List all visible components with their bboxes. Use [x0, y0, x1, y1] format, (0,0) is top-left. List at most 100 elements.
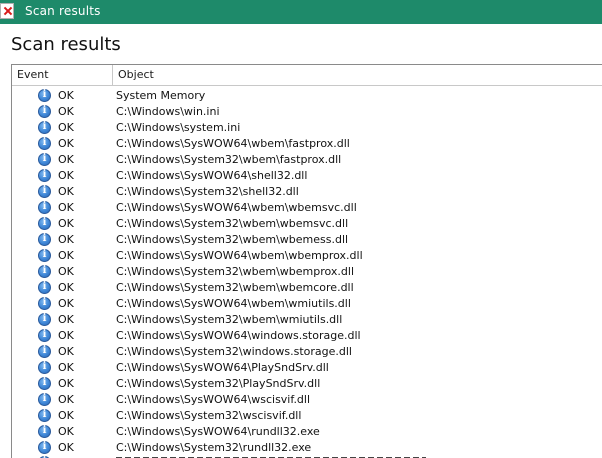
event-cell: OK — [58, 265, 74, 278]
table-row[interactable]: OK C:\Windows\System32\wscisvif.dll — [12, 408, 602, 424]
object-cell: C:\Windows\System32\PlaySndSrv.dll — [116, 377, 321, 390]
object-cell: C:\Windows\System32\wbem\wmiutils.dll — [116, 313, 343, 326]
table-row[interactable]: OK C:\Windows\SysWOW64\rundll32.exe — [12, 424, 602, 440]
event-cell: OK — [58, 185, 74, 198]
info-icon — [38, 345, 51, 358]
event-cell: OK — [58, 425, 74, 438]
info-icon — [38, 249, 51, 262]
table-row[interactable]: OK C:\Windows\SysWOW64\PlaySndSrv.dll — [12, 360, 602, 376]
event-cell: OK — [58, 169, 74, 182]
info-icon — [38, 153, 51, 166]
column-header-object[interactable]: Object — [113, 65, 602, 85]
table-row[interactable]: OK C:\Windows\SysWOW64\wbem\fastprox.dll — [12, 136, 602, 152]
event-cell: OK — [58, 441, 74, 454]
info-icon — [38, 89, 51, 102]
event-cell: OK — [58, 233, 74, 246]
table-row[interactable]: OK C:\Windows\SysWOW64\shell32.dll — [12, 168, 602, 184]
event-cell: OK — [58, 329, 74, 342]
object-cell: C:\Windows\SysWOW64\rundll32.exe — [116, 425, 320, 438]
event-cell: OK — [58, 201, 74, 214]
object-cell: C:\Windows\system.ini — [116, 121, 241, 134]
info-icon — [38, 137, 51, 150]
table-row[interactable]: OK C:\Windows\System32\PlaySndSrv.dll — [12, 376, 602, 392]
column-header-event[interactable]: Event — [12, 65, 113, 85]
object-cell: C:\Windows\SysWOW64\PlaySndSrv.dll — [116, 361, 329, 374]
info-icon — [38, 297, 51, 310]
event-cell: OK — [58, 377, 74, 390]
table-row[interactable]: OK C:\Windows\System32\windows.storage.dl… — [12, 344, 602, 360]
table-row[interactable]: OK C:\Windows\System32\wbem\wbemprox.dll — [12, 264, 602, 280]
table-row[interactable]: OK C:\Windows\System32\wbem\wbemess.dll — [12, 232, 602, 248]
info-icon — [38, 185, 51, 198]
event-cell: OK — [58, 409, 74, 422]
info-icon — [38, 313, 51, 326]
info-icon — [38, 361, 51, 374]
table-row[interactable]: OK C:\Windows\SysWOW64\windows.storage.dl… — [12, 328, 602, 344]
info-icon — [38, 265, 51, 278]
object-cell: C:\Windows\System32\wbem\wbemcore.dll — [116, 281, 354, 294]
page-title: Scan results — [11, 34, 121, 55]
event-cell: OK — [58, 137, 74, 150]
app-x-icon[interactable] — [0, 3, 14, 19]
event-cell: OK — [58, 153, 74, 166]
object-cell: C:\Windows\SysWOW64\wbem\wbemsvc.dll — [116, 201, 357, 214]
event-cell: OK — [58, 393, 74, 406]
info-icon — [38, 441, 51, 454]
info-icon — [38, 409, 51, 422]
table-row[interactable]: OK C:\Windows\System32\wbem\wbemcore.dll — [12, 280, 602, 296]
object-cell: C:\Windows\SysWOW64\windows.storage.dll — [116, 329, 361, 342]
object-cell: C:\Windows\System32\wbem\wbemprox.dll — [116, 265, 355, 278]
table-row[interactable]: OK C:\Windows\win.ini — [12, 104, 602, 120]
object-cell: C:\Windows\System32\windows.storage.dll — [116, 345, 352, 358]
info-icon — [38, 233, 51, 246]
object-cell: C:\Windows\System32\wbem\wbemess.dll — [116, 233, 349, 246]
info-icon — [38, 329, 51, 342]
object-cell: C:\Windows\System32\wbem\wbemsvc.dll — [116, 217, 349, 230]
object-cell: C:\Windows\win.ini — [116, 105, 220, 118]
object-cell: System Memory — [116, 89, 206, 102]
info-icon — [38, 281, 51, 294]
window-title: Scan results — [25, 4, 101, 18]
info-icon — [38, 121, 51, 134]
scan-results-table: Event Object OK System Memory OK C:\Windows… — [11, 64, 602, 458]
table-header: Event Object — [12, 65, 602, 86]
info-icon — [38, 169, 51, 182]
table-row[interactable]: OK C:\Windows\System32\shell32.dll — [12, 184, 602, 200]
info-icon — [38, 217, 51, 230]
object-cell: C:\Windows\SysWOW64\shell32.dll — [116, 169, 308, 182]
object-cell: C:\Windows\SysWOW64\wbem\fastprox.dll — [116, 137, 350, 150]
event-cell: OK — [58, 105, 74, 118]
event-cell: OK — [58, 361, 74, 374]
table-row[interactable]: OK C:\Windows\System32\wbem\wbemsvc.dll — [12, 216, 602, 232]
event-cell: OK — [58, 345, 74, 358]
table-row[interactable]: OK C:\Windows\System32\wbem\fastprox.dll — [12, 152, 602, 168]
info-icon — [38, 393, 51, 406]
object-cell: C:\Windows\SysWOW64\wscisvif.dll — [116, 393, 311, 406]
info-icon — [38, 425, 51, 438]
table-row[interactable]: OK C:\Windows\SysWOW64\wbem\wbemsvc.dll — [12, 200, 602, 216]
object-cell: C:\Windows\SysWOW64\wbem\wbemprox.dll — [116, 249, 363, 262]
info-icon — [38, 201, 51, 214]
event-cell: OK — [58, 217, 74, 230]
object-cell: C:\Windows\System32\rundll32.exe — [116, 441, 312, 454]
table-row[interactable]: OK C:\Windows\System32\wbem\wmiutils.dll — [12, 312, 602, 328]
table-body: OK System Memory OK C:\Windows\win.ini OK C:\… — [12, 88, 602, 456]
event-cell: OK — [58, 89, 74, 102]
table-row[interactable]: OK System Memory — [12, 88, 602, 104]
event-cell: OK — [58, 297, 74, 310]
table-row[interactable]: OK C:\Windows\system.ini — [12, 120, 602, 136]
table-row[interactable]: OK C:\Windows\SysWOW64\wscisvif.dll — [12, 392, 602, 408]
object-cell: C:\Windows\System32\wbem\fastprox.dll — [116, 153, 342, 166]
title-bar: Scan results — [0, 0, 602, 24]
object-cell: C:\Windows\SysWOW64\wbem\wmiutils.dll — [116, 297, 351, 310]
event-cell: OK — [58, 121, 74, 134]
table-row[interactable]: OK C:\Windows\System32\rundll32.exe — [12, 440, 602, 456]
table-row[interactable]: OK C:\Windows\SysWOW64\wbem\wmiutils.dll — [12, 296, 602, 312]
object-cell: C:\Windows\System32\wscisvif.dll — [116, 409, 302, 422]
event-cell: OK — [58, 313, 74, 326]
event-cell: OK — [58, 281, 74, 294]
table-row[interactable]: OK C:\Windows\SysWOW64\wbem\wbemprox.dll — [12, 248, 602, 264]
event-cell: OK — [58, 249, 74, 262]
info-icon — [38, 105, 51, 118]
info-icon — [38, 377, 51, 390]
